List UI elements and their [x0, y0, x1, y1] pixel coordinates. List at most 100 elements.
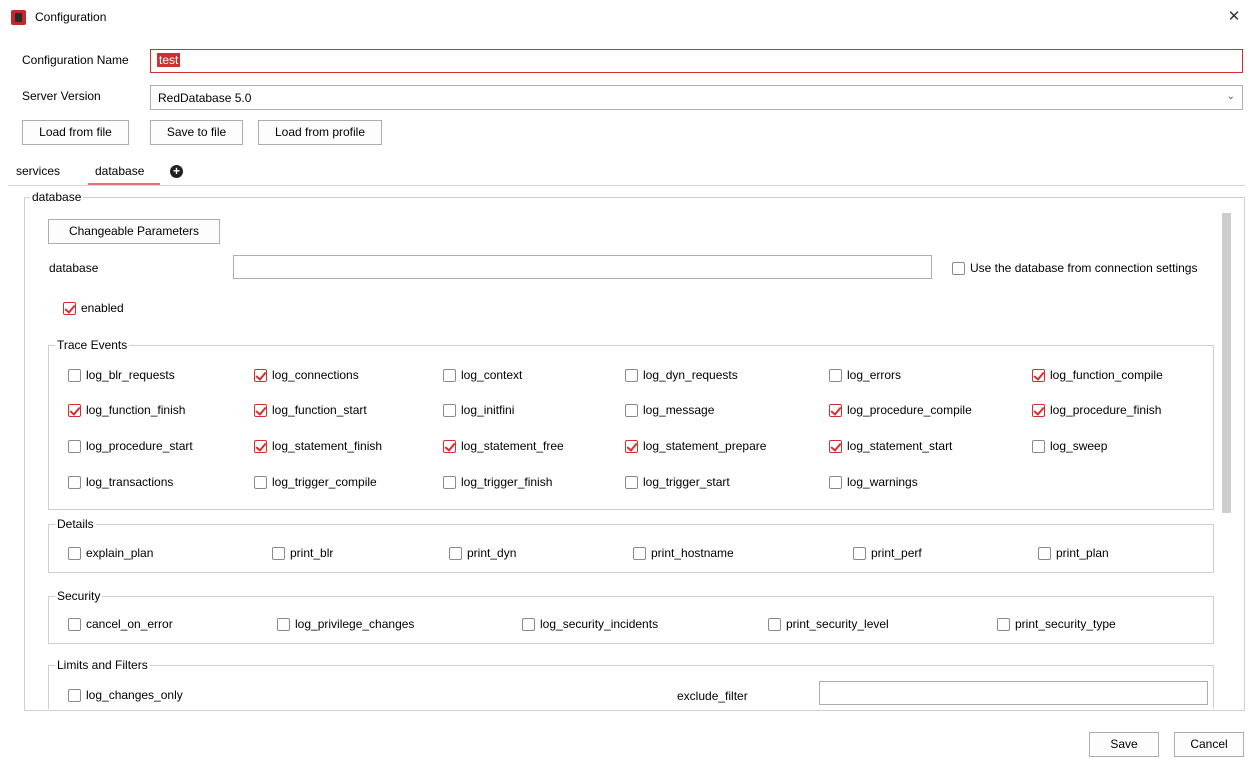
trace-event-label: log_function_compile — [1050, 368, 1163, 382]
details-checkbox[interactable]: print_blr — [272, 546, 333, 560]
security-label: log_privilege_changes — [295, 617, 415, 631]
trace-event-label: log_context — [461, 368, 523, 382]
details-checkbox[interactable]: explain_plan — [68, 546, 153, 560]
server-version-value: RedDatabase 5.0 — [158, 91, 252, 105]
details-checkbox[interactable]: print_hostname — [633, 546, 734, 560]
trace-event-checkbox[interactable]: log_trigger_start — [625, 475, 730, 489]
checkbox-box — [254, 368, 267, 382]
checkbox-box — [68, 439, 81, 453]
security-checkbox[interactable]: print_security_type — [997, 617, 1116, 631]
load-from-profile-button[interactable]: Load from profile — [258, 120, 382, 145]
use-db-connection-checkbox[interactable]: Use the database from connection setting… — [952, 261, 1197, 275]
trace-event-checkbox[interactable]: log_initfini — [443, 403, 514, 417]
security-label: print_security_level — [786, 617, 889, 631]
details-legend: Details — [55, 517, 96, 531]
tabs-divider — [8, 185, 1245, 186]
trace-event-checkbox[interactable]: log_procedure_compile — [829, 403, 972, 417]
exclude-filter-input[interactable] — [819, 681, 1208, 705]
checkbox-box — [829, 439, 842, 453]
database-input[interactable] — [233, 255, 932, 279]
trace-event-checkbox[interactable]: log_message — [625, 403, 714, 417]
details-checkbox[interactable]: print_plan — [1038, 546, 1109, 560]
save-to-file-button[interactable]: Save to file — [150, 120, 243, 145]
trace-event-checkbox[interactable]: log_statement_finish — [254, 439, 382, 453]
tab-database[interactable]: database — [95, 164, 144, 178]
checkbox-box — [254, 475, 267, 489]
cancel-button[interactable]: Cancel — [1174, 732, 1244, 757]
checkbox-box — [443, 439, 456, 453]
changeable-parameters-button[interactable]: Changeable Parameters — [48, 219, 220, 244]
details-checkbox[interactable]: print_perf — [853, 546, 922, 560]
trace-event-label: log_connections — [272, 368, 359, 382]
config-name-value: test — [157, 53, 181, 67]
checkbox-box — [829, 475, 842, 489]
security-checkbox[interactable]: print_security_level — [768, 617, 889, 631]
details-label: print_blr — [290, 546, 334, 560]
security-checkbox[interactable]: log_privilege_changes — [277, 617, 414, 631]
checkbox-box — [853, 546, 866, 560]
checkbox-box — [1032, 403, 1045, 417]
trace-event-checkbox[interactable]: log_function_start — [254, 403, 367, 417]
checkbox-box — [625, 403, 638, 417]
trace-event-label: log_blr_requests — [86, 368, 175, 382]
config-name-input[interactable]: test — [150, 49, 1243, 73]
trace-event-checkbox[interactable]: log_trigger_finish — [443, 475, 552, 489]
checkbox-box — [625, 368, 638, 382]
trace-event-label: log_function_start — [272, 403, 367, 417]
details-label: print_hostname — [651, 546, 734, 560]
trace-event-checkbox[interactable]: log_procedure_finish — [1032, 403, 1161, 417]
chevron-down-icon: ⌄ — [1226, 91, 1235, 102]
trace-event-checkbox[interactable]: log_statement_free — [443, 439, 564, 453]
enabled-checkbox[interactable]: enabled — [63, 301, 124, 315]
security-legend: Security — [55, 589, 103, 603]
checkbox-box — [625, 439, 638, 453]
trace-event-label: log_statement_free — [461, 439, 564, 453]
security-checkbox[interactable]: log_security_incidents — [522, 617, 658, 631]
trace-event-checkbox[interactable]: log_statement_prepare — [625, 439, 766, 453]
details-label: print_plan — [1056, 546, 1109, 560]
title-bar: Configuration ✕ — [0, 0, 1253, 44]
trace-event-checkbox[interactable]: log_trigger_compile — [254, 475, 377, 489]
checkbox-box — [829, 368, 842, 382]
trace-event-checkbox[interactable]: log_warnings — [829, 475, 918, 489]
details-label: print_dyn — [467, 546, 517, 560]
trace-event-checkbox[interactable]: log_transactions — [68, 475, 173, 489]
checkbox-box — [443, 368, 456, 382]
trace-event-checkbox[interactable]: log_context — [443, 368, 522, 382]
trace-event-checkbox[interactable]: log_function_compile — [1032, 368, 1163, 382]
save-button[interactable]: Save — [1089, 732, 1159, 757]
details-checkbox[interactable]: print_dyn — [449, 546, 516, 560]
security-checkbox[interactable]: cancel_on_error — [68, 617, 173, 631]
app-database-icon — [11, 10, 26, 25]
trace-event-checkbox[interactable]: log_sweep — [1032, 439, 1107, 453]
security-label: log_security_incidents — [540, 617, 659, 631]
scrollbar[interactable] — [1222, 213, 1231, 513]
trace-event-label: log_errors — [847, 368, 902, 382]
trace-event-checkbox[interactable]: log_connections — [254, 368, 359, 382]
database-group-legend: database — [30, 190, 84, 204]
log-changes-only-label: log_changes_only — [86, 688, 183, 702]
trace-event-checkbox[interactable]: log_procedure_start — [68, 439, 193, 453]
trace-event-checkbox[interactable]: log_function_finish — [68, 403, 185, 417]
log-changes-only-checkbox[interactable]: log_changes_only — [68, 688, 183, 702]
checkbox-box — [633, 546, 646, 560]
checkbox-box — [254, 403, 267, 417]
checkbox-box — [443, 403, 456, 417]
load-from-file-button[interactable]: Load from file — [22, 120, 129, 145]
trace-event-label: log_trigger_start — [643, 475, 730, 489]
trace-event-checkbox[interactable]: log_statement_start — [829, 439, 952, 453]
trace-event-checkbox[interactable]: log_errors — [829, 368, 901, 382]
trace-event-checkbox[interactable]: log_dyn_requests — [625, 368, 738, 382]
server-version-select[interactable]: RedDatabase 5.0 ⌄ — [150, 85, 1243, 110]
checkbox-box — [277, 617, 290, 631]
checkbox-box — [768, 617, 781, 631]
trace-event-label: log_statement_start — [847, 439, 953, 453]
tab-services[interactable]: services — [16, 164, 60, 178]
exclude-filter-label: exclude_filter — [677, 689, 748, 703]
plus-circle-icon[interactable]: + — [170, 165, 183, 178]
checkbox-box — [829, 403, 842, 417]
trace-event-label: log_message — [643, 403, 715, 417]
trace-event-checkbox[interactable]: log_blr_requests — [68, 368, 175, 382]
close-icon[interactable]: ✕ — [1224, 7, 1244, 27]
checkbox-box — [1032, 368, 1045, 382]
